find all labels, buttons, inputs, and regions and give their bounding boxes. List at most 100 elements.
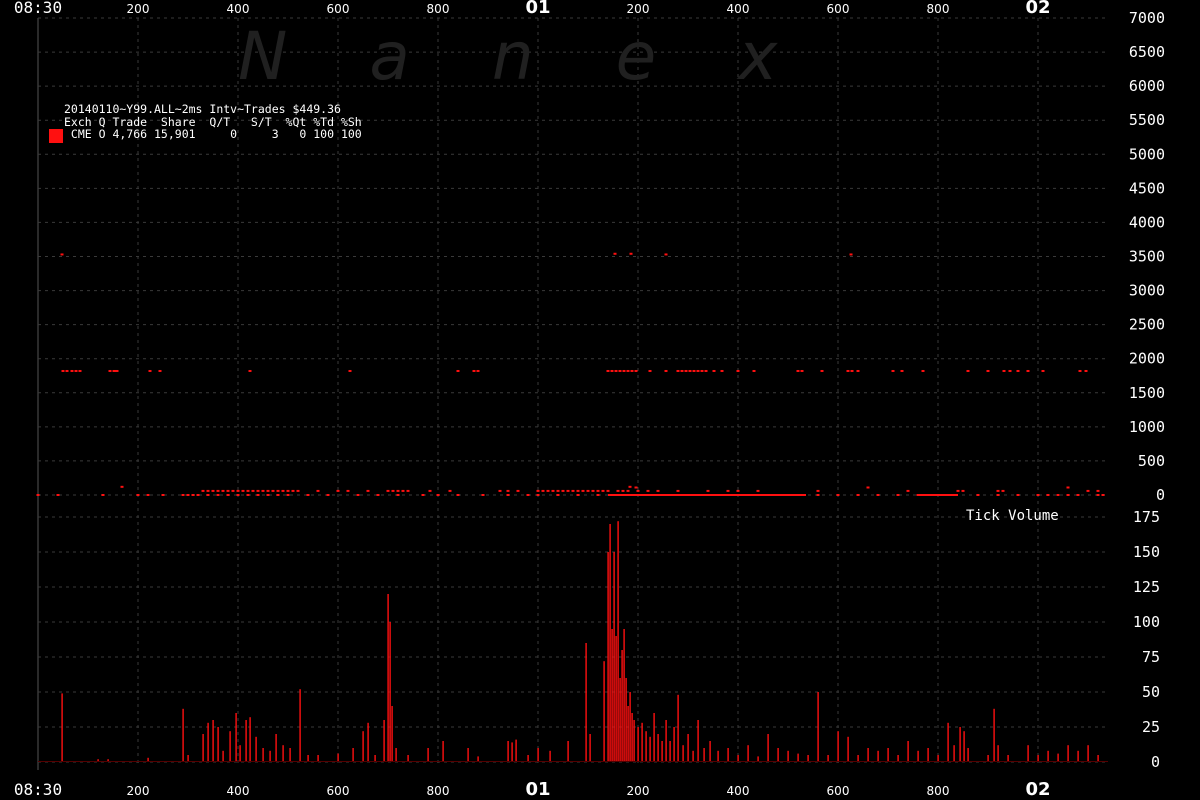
trade-point [356,494,360,496]
trade-point [610,369,614,372]
trade-point [1026,369,1030,372]
volume-bar [362,731,364,762]
volume-bar [407,755,409,762]
volume-bar [282,745,284,762]
x-tick-label-bottom: 600 [327,784,350,798]
volume-bar [937,755,939,762]
trade-point [849,253,853,256]
trade-point [206,494,210,496]
trade-point [60,253,64,256]
volume-bar [967,748,969,762]
trade-point [261,489,265,492]
trade-point [366,489,370,492]
trade-point [936,494,940,496]
trade-point [900,369,904,372]
trade-point [626,489,630,492]
volume-bar [963,731,965,762]
trade-point [146,494,150,496]
y-tick-label: 5500 [1129,111,1165,129]
trade-point [581,489,585,492]
volume-bar [717,750,719,762]
volume-bar [623,629,625,762]
trade-point [186,494,190,496]
volume-bar [245,720,247,762]
trade-point [836,494,840,496]
trade-point [586,489,590,492]
trade-point [536,494,540,496]
volume-bar [307,755,309,762]
trade-point [396,489,400,492]
trade-point [926,494,930,496]
trade-point [61,369,65,372]
y-tick-label: 125 [1133,578,1160,596]
x-tick-label-top: 600 [327,2,350,16]
volume-bar [549,750,551,762]
volume-bar [817,692,819,762]
trade-point [206,489,210,492]
volume-bar [202,734,204,762]
x-tick-label-top: 02 [1025,0,1050,18]
volume-bar [222,750,224,762]
y-tick-label: 150 [1133,543,1160,561]
trade-point [716,494,720,496]
y-tick-label: 4500 [1129,179,1165,197]
y-tick-label: 100 [1133,613,1160,631]
volume-bar [383,720,385,762]
x-tick-label-top: 200 [627,2,650,16]
trade-point [536,489,540,492]
volume-bar [677,694,679,762]
legend: 20140110~Y99.ALL~2ms Intv~Trades $449.36… [64,103,362,141]
trade-point [1016,369,1020,372]
legend-title: 20140110~Y99.ALL~2ms Intv~Trades $449.36 [64,102,341,116]
volume-bar [1007,755,1009,762]
trade-point [1008,369,1012,372]
trade-point [636,489,640,492]
trade-point [692,369,696,372]
volume-bar [682,745,684,762]
trade-point [221,489,225,492]
volume-bar [389,622,391,762]
volume-bar [387,594,389,762]
trade-point [316,489,320,492]
trade-point [896,494,900,496]
trade-point [551,489,555,492]
trade-point [596,494,600,496]
trade-point [796,369,800,372]
trade-point [421,494,425,496]
volume-bar [807,755,809,762]
trade-point [626,494,630,496]
trade-point [161,494,165,496]
trade-point [961,489,965,492]
legend-row-cme: CME O 4,766 15,901 0 3 0 100 100 [64,127,362,141]
trade-point [614,369,618,372]
x-tick-label-bottom: 200 [127,784,150,798]
trade-point [65,369,69,372]
trade-point [556,489,560,492]
trade-point [546,489,550,492]
y-tick-label: 5000 [1129,145,1165,163]
volume-bar [603,661,605,762]
trade-point [1078,369,1082,372]
trade-point [676,494,680,496]
volume-bar [289,748,291,762]
trade-point [286,489,290,492]
trade-point [376,494,380,496]
volume-bar [927,748,929,762]
y-tick-label: 3500 [1129,248,1165,266]
volume-bar [709,741,711,762]
trade-point [634,486,638,489]
trade-point [630,369,634,372]
volume-bar [262,748,264,762]
x-tick-label-top: 01 [525,0,550,18]
y-tick-label: 7000 [1129,9,1165,27]
volume-bar [239,745,241,762]
volume-bar [515,739,517,762]
volume-bar [1067,745,1069,762]
trade-point [78,369,82,372]
trade-point [1084,369,1088,372]
volume-bar [395,748,397,762]
trade-point [36,494,40,496]
trade-point [906,489,910,492]
legend-swatch-cme [49,129,63,143]
x-tick-label-top: 800 [427,2,450,16]
